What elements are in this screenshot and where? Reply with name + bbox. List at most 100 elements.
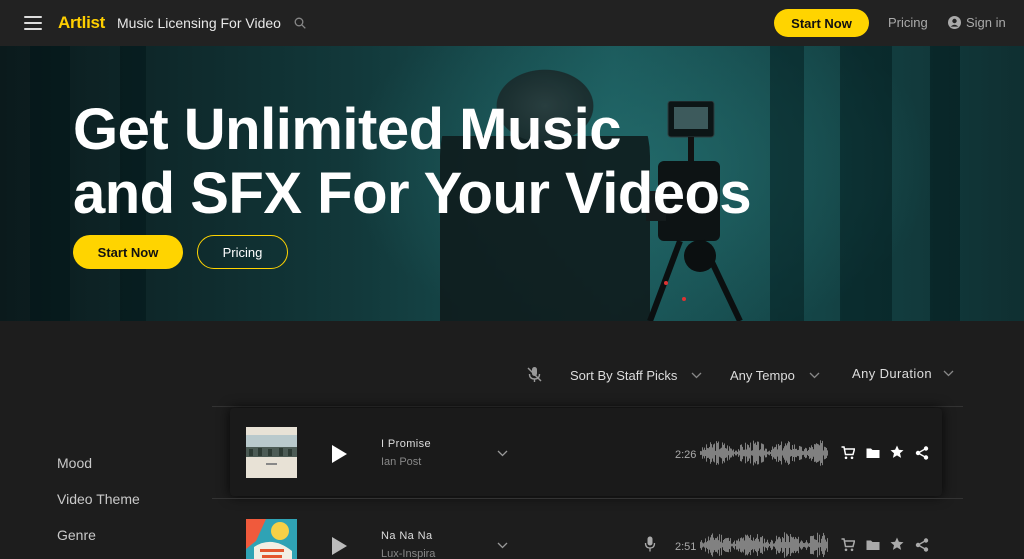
- folder-icon[interactable]: [866, 538, 880, 552]
- share-icon[interactable]: [915, 538, 929, 552]
- waveform-bar: [701, 451, 702, 455]
- header-pricing-link[interactable]: Pricing: [888, 15, 928, 30]
- chevron-down-icon: [943, 370, 954, 377]
- waveform-bar: [763, 543, 764, 547]
- track-title[interactable]: I Promise: [381, 438, 431, 450]
- waveform-bar: [730, 538, 731, 552]
- star-icon[interactable]: [890, 537, 904, 551]
- waveform-bar: [761, 537, 762, 553]
- waveform-bar: [799, 543, 800, 547]
- waveform-bar: [807, 542, 808, 548]
- sidebar-item-mood[interactable]: Mood: [57, 455, 92, 471]
- sign-in-link[interactable]: Sign in: [948, 15, 1006, 30]
- waveform-bar: [827, 538, 828, 552]
- track-row[interactable]: Na Na Na Lux-Inspira 2:51: [230, 500, 942, 559]
- waveform-bar: [769, 544, 770, 546]
- play-icon[interactable]: [330, 444, 348, 464]
- sidebar-item-video-theme[interactable]: Video Theme: [57, 491, 140, 507]
- track-title[interactable]: Na Na Na: [381, 530, 433, 542]
- waveform-bar: [749, 447, 750, 459]
- waveform-bar: [729, 540, 730, 550]
- duration-dropdown[interactable]: Any Duration: [852, 366, 954, 381]
- folder-icon[interactable]: [866, 446, 880, 460]
- waveform-bar: [705, 538, 706, 552]
- waveform-bar: [716, 441, 717, 465]
- waveform-bar: [805, 447, 806, 459]
- header-start-now-button[interactable]: Start Now: [774, 9, 869, 37]
- waveform-bar: [708, 536, 709, 554]
- track-artist[interactable]: Ian Post: [381, 456, 421, 468]
- waveform-bar: [716, 538, 717, 552]
- waveform-bar: [756, 537, 757, 553]
- waveform-bar: [825, 539, 826, 551]
- menu-icon[interactable]: [24, 16, 42, 30]
- top-bar: Artlist Music Licensing For Video Start …: [0, 0, 1024, 46]
- waveform[interactable]: [700, 530, 828, 559]
- waveform[interactable]: [700, 438, 828, 468]
- waveform-bar: [757, 534, 758, 556]
- sort-dropdown[interactable]: Sort By Staff Picks: [570, 368, 702, 383]
- waveform-bar: [737, 540, 738, 550]
- waveform-bar: [726, 538, 727, 552]
- waveform-bar: [797, 539, 798, 551]
- waveform-bar: [738, 449, 739, 457]
- waveform-bar: [800, 446, 801, 460]
- cart-icon[interactable]: [841, 446, 855, 460]
- track-row[interactable]: I Promise Ian Post 2:26: [230, 408, 942, 496]
- waveform-bar: [797, 450, 798, 456]
- waveform-bar: [728, 537, 729, 553]
- search-icon[interactable]: [294, 17, 306, 29]
- waveform-bar: [730, 448, 731, 458]
- waveform-bar: [798, 536, 799, 554]
- sidebar-item-genre[interactable]: Genre: [57, 527, 96, 543]
- waveform-bar: [703, 449, 704, 457]
- waveform-bar: [742, 538, 743, 552]
- waveform-bar: [785, 541, 786, 549]
- waveform-bar: [744, 449, 745, 457]
- waveform-bar: [736, 540, 737, 550]
- star-icon[interactable]: [890, 445, 904, 459]
- waveform-bar: [726, 448, 727, 458]
- waveform-bar: [721, 534, 722, 556]
- waveform-bar: [766, 541, 767, 549]
- logo[interactable]: Artlist: [58, 13, 105, 33]
- sign-in-label: Sign in: [966, 15, 1006, 30]
- waveform-bar: [778, 537, 779, 553]
- hero-start-now-button[interactable]: Start Now: [73, 235, 183, 269]
- waveform-bar: [805, 542, 806, 548]
- waveform-bar: [804, 449, 805, 457]
- divider: [212, 498, 963, 499]
- waveform-bar: [719, 534, 720, 556]
- chevron-down-icon[interactable]: [497, 450, 508, 457]
- play-icon[interactable]: [330, 536, 348, 556]
- waveform-bar: [720, 541, 721, 549]
- waveform-bar: [741, 537, 742, 553]
- waveform-bar: [756, 444, 757, 462]
- sort-dropdown-label: Sort By Staff Picks: [570, 368, 678, 383]
- tempo-dropdown[interactable]: Any Tempo: [730, 368, 820, 383]
- share-icon[interactable]: [915, 446, 929, 460]
- waveform-bar: [718, 441, 719, 465]
- tempo-dropdown-label: Any Tempo: [730, 368, 795, 383]
- waveform-bar: [714, 443, 715, 463]
- track-artist[interactable]: Lux-Inspira: [381, 548, 435, 559]
- cart-icon[interactable]: [841, 538, 855, 552]
- waveform-bar: [821, 538, 822, 552]
- waveform-bar: [813, 449, 814, 457]
- waveform-bar: [790, 534, 791, 556]
- waveform-bar: [811, 535, 812, 555]
- waveform-bar: [759, 541, 760, 549]
- hero-heading-line-1: Get Unlimited Music: [73, 97, 622, 162]
- waveform-bar: [824, 535, 825, 555]
- waveform-bar: [746, 449, 747, 457]
- waveform-bar: [812, 447, 813, 459]
- waveform-bar: [811, 445, 812, 461]
- waveform-bar: [819, 445, 820, 461]
- waveform-bar: [781, 441, 782, 465]
- hero-pricing-button[interactable]: Pricing: [197, 235, 288, 269]
- mic-off-icon[interactable]: [526, 366, 543, 383]
- waveform-bar: [777, 539, 778, 551]
- chevron-down-icon[interactable]: [497, 542, 508, 549]
- waveform-bar: [711, 534, 712, 556]
- waveform-bar: [810, 536, 811, 554]
